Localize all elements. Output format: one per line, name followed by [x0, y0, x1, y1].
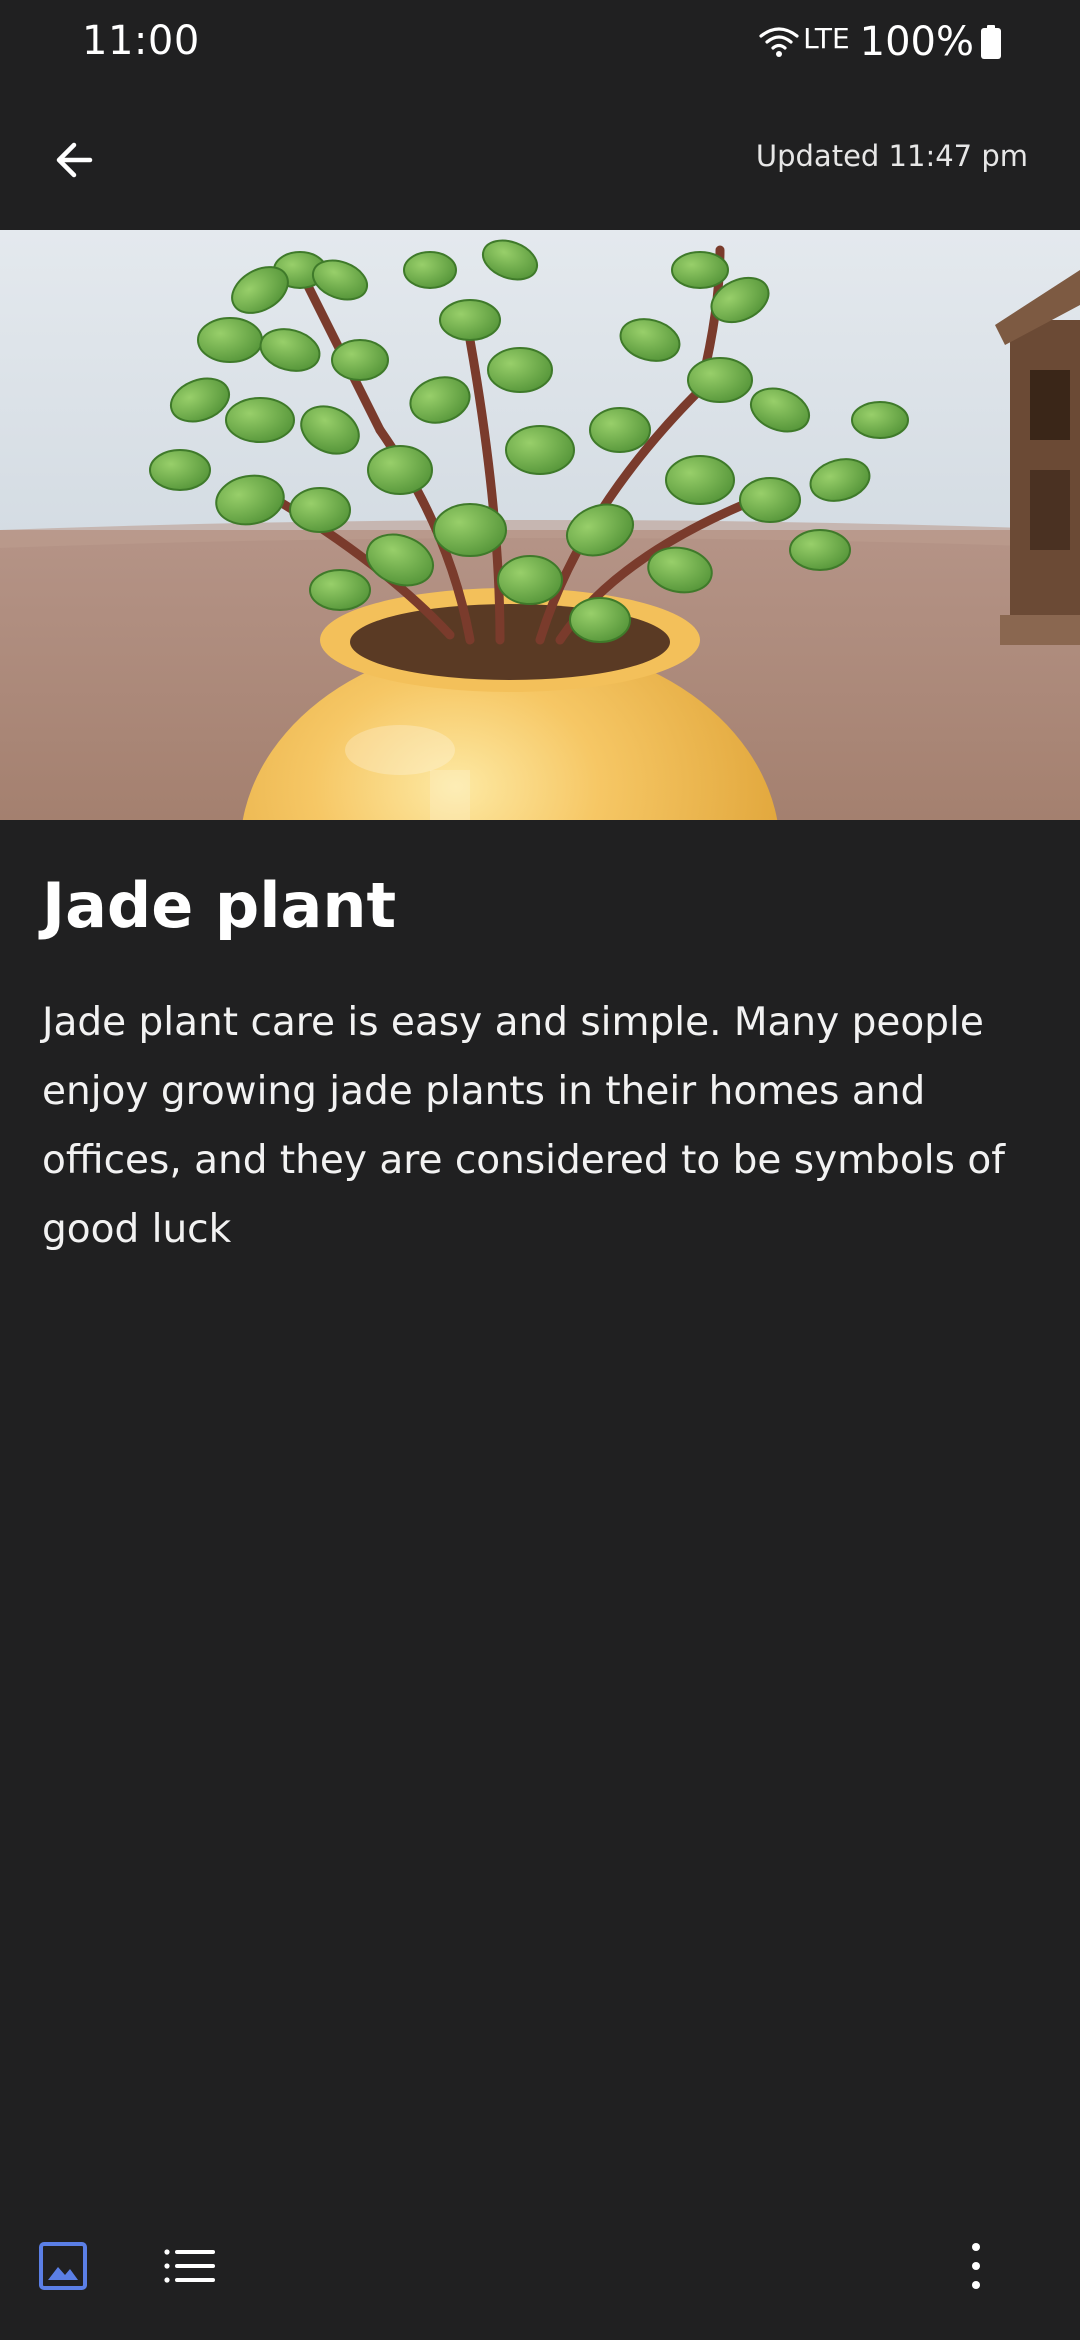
note-screen: 11:00 LTE 100% Updated 11:47 pm Jade pla…: [0, 0, 1080, 2340]
updated-timestamp: Updated 11:47 pm: [755, 139, 1028, 173]
wifi-icon: [759, 27, 799, 57]
more-vertical-icon: [972, 2243, 980, 2289]
arrow-left-icon: [56, 142, 93, 178]
status-indicators: LTE 100%: [759, 16, 1002, 68]
insert-image-button[interactable]: [23, 2226, 103, 2306]
battery-icon: [981, 25, 1001, 59]
battery-percentage: 100%: [859, 19, 974, 65]
checklist-icon: [164, 2249, 215, 2283]
note-title[interactable]: Jade plant: [42, 866, 396, 946]
bottom-toolbar: [0, 2200, 1080, 2340]
note-body[interactable]: Jade plant care is easy and simple. Many…: [42, 988, 1052, 1264]
app-bar: Updated 11:47 pm: [0, 84, 1080, 230]
image-icon: [39, 2242, 87, 2290]
back-button[interactable]: [38, 124, 110, 196]
jade-plant-photo: [0, 230, 1080, 820]
more-options-button[interactable]: [936, 2226, 1016, 2306]
network-type: LTE: [803, 22, 850, 55]
status-bar: 11:00 LTE 100%: [0, 0, 1080, 84]
status-time: 11:00: [82, 18, 200, 64]
note-image[interactable]: [0, 230, 1080, 820]
checklist-button[interactable]: [150, 2226, 230, 2306]
